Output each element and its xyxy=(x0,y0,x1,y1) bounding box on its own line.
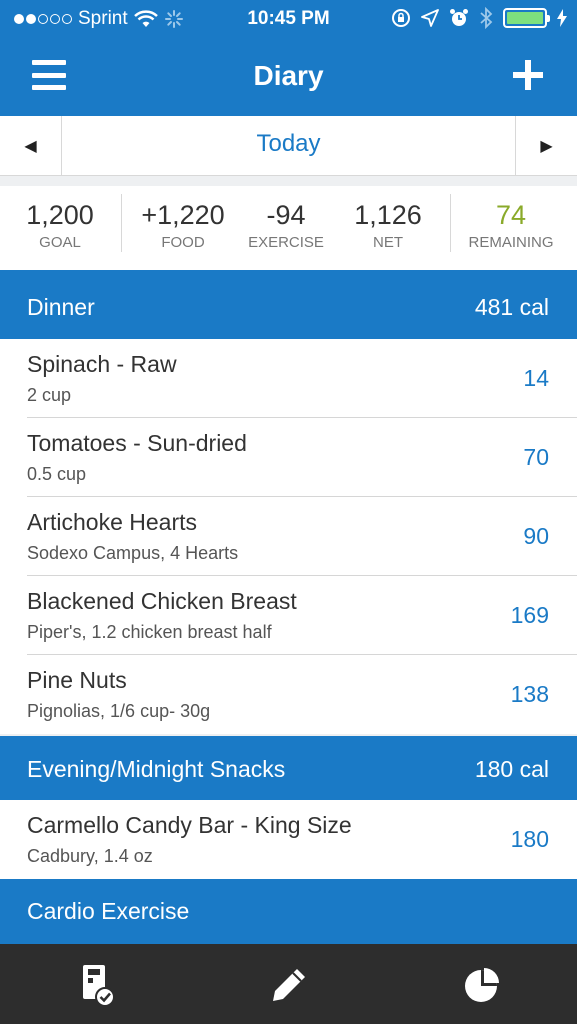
summary-remaining: 74 REMAINING xyxy=(462,200,560,251)
bluetooth-icon xyxy=(480,7,493,29)
food-calories: 70 xyxy=(523,444,549,470)
alarm-clock-icon xyxy=(450,9,468,26)
date-label[interactable]: Today xyxy=(62,130,515,158)
summary-net: 1,126 NET xyxy=(344,200,432,251)
tab-nutrition[interactable] xyxy=(456,960,506,1010)
food-calories: 138 xyxy=(510,681,549,707)
food-detail: 2 cup xyxy=(27,385,72,405)
food-entry[interactable]: Tomatoes - Sun-dried 0.5 cup 70 xyxy=(0,418,577,497)
net-label: NET xyxy=(373,234,403,251)
battery-icon xyxy=(503,8,550,28)
nav-bar: Diary xyxy=(0,38,577,116)
summary-divider xyxy=(450,194,451,252)
food-entry[interactable]: Artichoke Hearts Sodexo Campus, 4 Hearts… xyxy=(0,497,577,576)
food-entry[interactable]: Carmello Candy Bar - King Size Cadbury, … xyxy=(0,800,577,879)
food-calories: 14 xyxy=(523,365,549,391)
food-value: +1,220 xyxy=(141,200,225,230)
triangle-left-icon: ◀ xyxy=(24,138,37,155)
food-entry[interactable]: Spinach - Raw 2 cup 14 xyxy=(0,339,577,418)
page-title: Diary xyxy=(253,60,324,91)
food-detail: Sodexo Campus, 4 Hearts xyxy=(27,543,239,563)
goal-value: 1,200 xyxy=(26,200,94,230)
food-detail: Pignolias, 1/6 cup- 30g xyxy=(27,701,211,721)
exercise-value: -94 xyxy=(266,200,306,230)
status-bar: Sprint 10:45 PM xyxy=(0,0,577,38)
section-name: Evening/Midnight Snacks xyxy=(27,756,286,782)
diary-check-icon xyxy=(83,965,115,1007)
food-name: Carmello Candy Bar - King Size xyxy=(27,812,352,838)
section-name: Cardio Exercise xyxy=(27,898,190,924)
food-label: FOOD xyxy=(161,234,205,251)
food-calories: 169 xyxy=(510,602,549,628)
next-day-button[interactable]: ▶ xyxy=(515,116,577,176)
date-selector: ◀ Today ▶ xyxy=(0,116,577,176)
goal-label: GOAL xyxy=(39,234,81,251)
pie-chart-icon xyxy=(465,968,499,1002)
charging-bolt-icon xyxy=(557,9,567,27)
remaining-label: REMAINING xyxy=(468,234,554,251)
location-arrow-icon xyxy=(421,9,439,27)
food-entry[interactable]: Blackened Chicken Breast Piper's, 1.2 ch… xyxy=(0,576,577,655)
food-detail: 0.5 cup xyxy=(27,464,87,484)
summary-food: +1,220 FOOD xyxy=(134,200,232,251)
calorie-summary: 1,200 GOAL +1,220 FOOD -94 EXERCISE 1,12… xyxy=(0,186,577,270)
food-name: Tomatoes - Sun-dried xyxy=(27,430,247,456)
summary-goal: 1,200 GOAL xyxy=(18,200,102,251)
section-header-evening-snacks[interactable]: Evening/Midnight Snacks 180 cal xyxy=(0,736,577,800)
section-name: Dinner xyxy=(27,294,95,320)
section-calories: 180 cal xyxy=(474,756,549,782)
add-plus-icon[interactable] xyxy=(513,60,543,90)
food-detail: Piper's, 1.2 chicken breast half xyxy=(27,622,272,642)
remaining-value: 74 xyxy=(495,200,527,230)
food-detail: Cadbury, 1.4 oz xyxy=(27,846,153,866)
tab-quick-add[interactable] xyxy=(264,960,314,1010)
triangle-right-icon: ▶ xyxy=(540,138,553,155)
section-header-cardio[interactable]: Cardio Exercise xyxy=(0,879,577,944)
tab-bar xyxy=(0,944,577,1024)
summary-exercise: -94 EXERCISE xyxy=(244,200,328,251)
food-name: Blackened Chicken Breast xyxy=(27,588,297,614)
food-calories: 90 xyxy=(523,523,549,549)
rotation-lock-icon xyxy=(392,9,410,27)
tab-diary[interactable] xyxy=(72,960,122,1010)
food-calories: 180 xyxy=(510,826,549,852)
exercise-label: EXERCISE xyxy=(248,234,324,251)
food-name: Artichoke Hearts xyxy=(27,509,198,535)
section-header-dinner[interactable]: Dinner 481 cal xyxy=(0,270,577,339)
food-name: Pine Nuts xyxy=(27,667,127,693)
pencil-icon xyxy=(273,969,305,1001)
previous-day-button[interactable]: ◀ xyxy=(0,116,62,176)
section-calories: 481 cal xyxy=(474,294,549,320)
summary-divider xyxy=(121,194,122,252)
food-entry[interactable]: Pine Nuts Pignolias, 1/6 cup- 30g 138 xyxy=(0,655,577,734)
net-value: 1,126 xyxy=(354,200,422,230)
food-name: Spinach - Raw xyxy=(27,351,177,377)
status-right xyxy=(391,7,567,29)
